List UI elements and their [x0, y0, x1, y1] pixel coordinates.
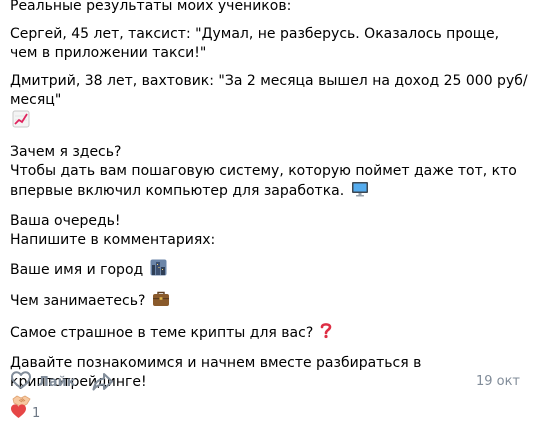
paragraph-line: Зачем я здесь? — [10, 144, 122, 160]
heart-reaction-icon — [10, 403, 27, 423]
post-paragraph: Самое страшное в теме крипты для вас? — [10, 322, 530, 345]
cityscape-icon — [150, 259, 167, 282]
post-paragraph: Чем занимаетесь? — [10, 291, 530, 313]
chart-increasing-icon — [12, 110, 530, 134]
reactions-summary[interactable]: 1 — [10, 403, 40, 423]
desktop-computer-icon — [351, 181, 369, 203]
paragraph-text: Реальные результаты моих учеников: — [10, 0, 292, 14]
paragraph-line: Чтобы дать вам пошаговую систему, котору… — [10, 163, 517, 199]
paragraph-line: Ваша очередь! — [10, 213, 121, 229]
like-label: Лайк — [38, 374, 76, 390]
post-paragraph: Ваша очередь! Напишите в комментариях: — [10, 212, 530, 250]
post: Реальные результаты моих учеников: Серге… — [0, 0, 536, 431]
reactions-count: 1 — [32, 405, 41, 421]
briefcase-icon — [152, 291, 170, 313]
post-paragraph: Дмитрий, 38 лет, вахтовик: "За 2 месяца … — [10, 72, 530, 134]
paragraph-text: Чем занимаетесь? — [10, 293, 146, 309]
like-button[interactable]: Лайк — [10, 370, 76, 394]
post-paragraph: Зачем я здесь? Чтобы дать вам пошаговую … — [10, 143, 530, 203]
red-question-mark-icon — [320, 322, 332, 345]
paragraph-line: Напишите в комментариях: — [10, 232, 216, 248]
share-arrow-icon — [91, 373, 115, 397]
post-date[interactable]: 19 окт — [476, 374, 520, 389]
paragraph-text: Ваше имя и город — [10, 262, 144, 278]
post-text: Реальные результаты моих учеников: Серге… — [10, 0, 530, 424]
post-paragraph: Ваше имя и город — [10, 259, 530, 282]
paragraph-text: Самое страшное в теме крипты для вас? — [10, 325, 314, 341]
paragraph-text: Сергей, 45 лет, таксист: "Думал, не разб… — [10, 26, 500, 61]
post-paragraph: Реальные результаты моих учеников: — [10, 0, 530, 16]
post-paragraph: Сергей, 45 лет, таксист: "Думал, не разб… — [10, 25, 530, 63]
post-actions: Лайк 19 окт — [10, 368, 526, 396]
share-button[interactable] — [91, 371, 115, 393]
paragraph-text: Дмитрий, 38 лет, вахтовик: "За 2 месяца … — [10, 73, 528, 108]
heart-outline-icon — [10, 370, 32, 394]
